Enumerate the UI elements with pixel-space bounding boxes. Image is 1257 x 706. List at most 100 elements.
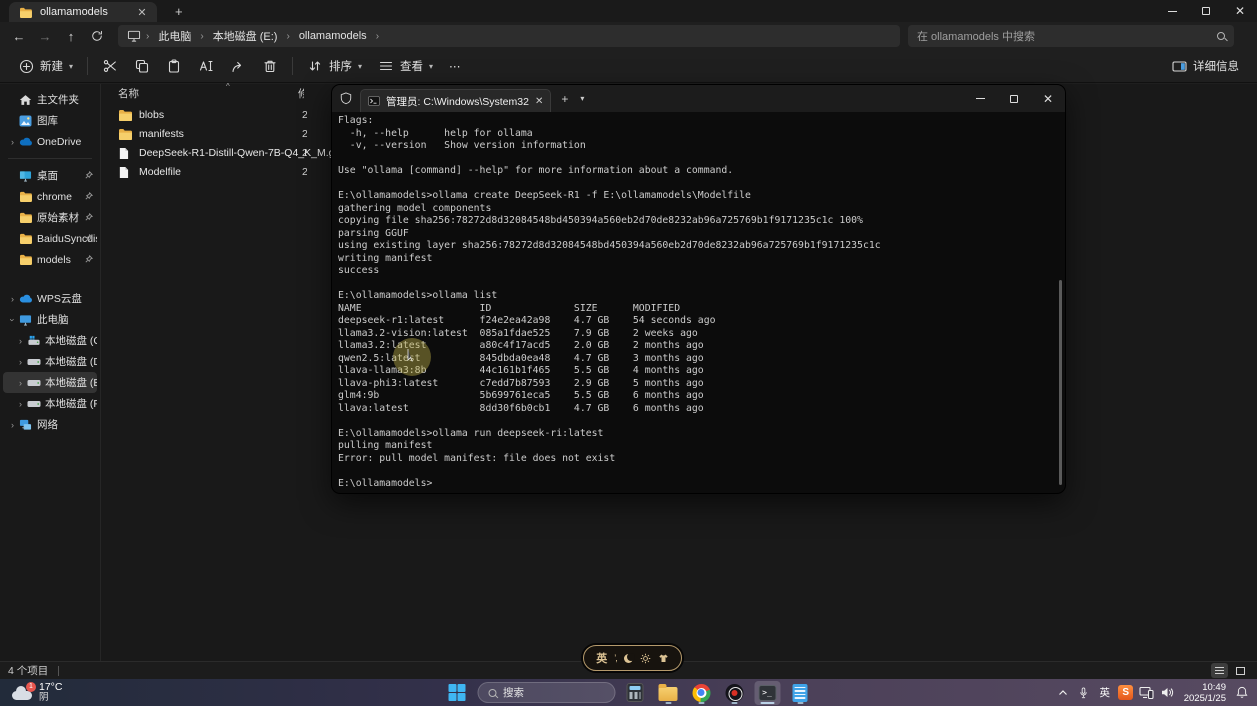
paste-button[interactable] [158,53,190,79]
tray-phone-link[interactable] [1138,682,1156,704]
taskbar-app-notepad[interactable] [787,681,813,705]
chevron-right-icon: › [15,336,26,346]
tray-show-hidden-icons[interactable] [1054,682,1072,704]
search-input[interactable]: 在 ollamamodels 中搜索 [908,25,1234,47]
terminal-tab-close-icon[interactable]: ✕ [535,96,543,107]
terminal-window: 管理员: C:\Windows\System32 ✕ + ▾ ✕ Flags: … [332,85,1065,493]
copy-button[interactable] [126,53,158,79]
rename-button[interactable] [190,53,222,79]
tray-clock[interactable]: 10:49 2025/1/25 [1180,682,1230,704]
skin-icon[interactable] [658,654,669,663]
terminal-output-area[interactable]: Flags: -h, --help help for ollama -v, --… [332,112,1065,493]
sidebar-item-drive-c[interactable]: › 本地磁盘 (C:) [3,330,97,351]
more-options-button[interactable]: ⋯ [441,54,469,78]
file-name: Modelfile [139,166,181,178]
sort-button[interactable]: 排序 ▾ [299,53,370,79]
maximize-icon [1010,95,1018,103]
delete-button[interactable] [254,53,286,79]
minimize-button[interactable] [1155,0,1189,22]
tab-close-icon[interactable]: ✕ [135,6,149,19]
sidebar-item-drive-e[interactable]: › 本地磁盘 (E:) [3,372,97,393]
sidebar-item-raw-material[interactable]: 原始素材 [3,207,97,228]
cut-button[interactable] [94,53,126,79]
sidebar-item-network[interactable]: › 网络 [3,414,97,435]
terminal-close-button[interactable]: ✕ [1031,85,1065,112]
terminal-minimize-button[interactable] [963,85,997,112]
taskbar-weather-widget[interactable]: 1 17°C 阴 [12,682,132,703]
ime-punctuation-toggle[interactable]: ’, [614,653,617,663]
running-indicator [797,702,803,704]
sidebar-item-drive-d[interactable]: › 本地磁盘 (D:) [3,351,97,372]
new-button[interactable]: 新建 ▾ [10,53,81,79]
new-button-label: 新建 [40,58,63,74]
ime-language-toggle[interactable]: 英 [596,650,607,666]
back-button[interactable]: ← [6,25,32,47]
gallery-icon [18,113,33,128]
tray-notifications[interactable] [1233,682,1251,704]
breadcrumb-current-folder[interactable]: ollamamodels [294,28,372,44]
maximize-button[interactable] [1189,0,1223,22]
gear-icon[interactable] [640,653,651,664]
network-icon [18,417,33,432]
sidebar-item-home[interactable]: 主文件夹 [3,89,97,110]
taskbar-app-terminal[interactable]: >_ [754,681,780,705]
taskbar: 1 17°C 阴 搜索 [0,679,1257,706]
explorer-tab[interactable]: ollamamodels ✕ [9,2,157,22]
copy-icon [134,58,150,74]
share-button[interactable] [222,53,254,79]
sidebar-item-desktop[interactable]: 桌面 [3,165,97,186]
column-header-date-clipped: 修 [298,86,304,101]
view-icon [378,58,394,74]
chevron-right-icon: › [7,420,18,430]
tray-ime-language[interactable]: 英 [1096,682,1114,704]
tray-sogou-pinyin[interactable]: S [1117,682,1135,704]
refresh-button[interactable] [84,25,110,47]
ime-status-bar[interactable]: 英 ’, [583,645,682,671]
details-pane-label: 详细信息 [1193,58,1239,74]
new-tab-button[interactable]: + [169,4,189,22]
notepad-icon [793,684,808,702]
terminal-title-bar[interactable]: 管理员: C:\Windows\System32 ✕ + ▾ ✕ [332,85,1065,112]
taskbar-app-calculator[interactable] [622,681,648,705]
terminal-tab-dropdown[interactable]: ▾ [580,94,584,103]
breadcrumb-drive-e[interactable]: 本地磁盘 (E:) [208,26,283,46]
terminal-scrollbar[interactable] [1059,280,1062,485]
sidebar-item-baidusyncdisk[interactable]: BaiduSyncdisk [3,228,97,249]
calculator-icon [627,683,644,702]
sidebar-item-onedrive[interactable]: › OneDrive [3,131,97,152]
close-button[interactable]: ✕ [1223,0,1257,22]
weather-condition: 阴 [39,693,62,703]
taskbar-app-chrome[interactable] [688,681,714,705]
terminal-tab[interactable]: 管理员: C:\Windows\System32 ✕ [360,89,551,112]
breadcrumb-this-pc[interactable]: 此电脑 [153,26,196,46]
file-icon [118,166,132,179]
cloud-icon [18,291,33,306]
taskbar-app-file-explorer[interactable] [655,681,681,705]
close-icon: ✕ [1043,93,1053,105]
taskbar-search[interactable]: 搜索 [477,682,615,703]
sidebar-item-drive-f[interactable]: › 本地磁盘 (F:) [3,393,97,414]
address-bar[interactable]: › 此电脑 › 本地磁盘 (E:) › ollamamodels › [118,25,900,47]
sidebar-item-models[interactable]: models [3,249,97,270]
start-button[interactable] [444,681,470,705]
sidebar-item-this-pc[interactable]: › 此电脑 [3,309,97,330]
details-pane-button[interactable]: 详细信息 [1163,53,1247,79]
sidebar-item-wps-cloud[interactable]: › WPS云盘 [3,288,97,309]
tray-microphone[interactable] [1075,682,1093,704]
details-view-button[interactable] [1211,663,1228,678]
terminal-new-tab-button[interactable]: + [561,92,568,106]
sidebar-item-chrome[interactable]: chrome [3,186,97,207]
view-button[interactable]: 查看 ▾ [370,53,441,79]
taskbar-app-recorder[interactable] [721,681,747,705]
up-button[interactable]: ↑ [58,25,84,47]
sidebar-item-gallery[interactable]: 图库 [3,110,97,131]
chevron-right-icon: › [7,137,18,147]
thumbnail-view-button[interactable] [1232,663,1249,678]
terminal-maximize-button[interactable] [997,85,1031,112]
recorder-icon [725,684,743,702]
details-view-icon [1215,667,1224,675]
share-icon [230,58,246,74]
forward-button[interactable]: → [32,25,58,47]
tray-volume[interactable] [1159,682,1177,704]
moon-icon[interactable] [624,654,633,663]
